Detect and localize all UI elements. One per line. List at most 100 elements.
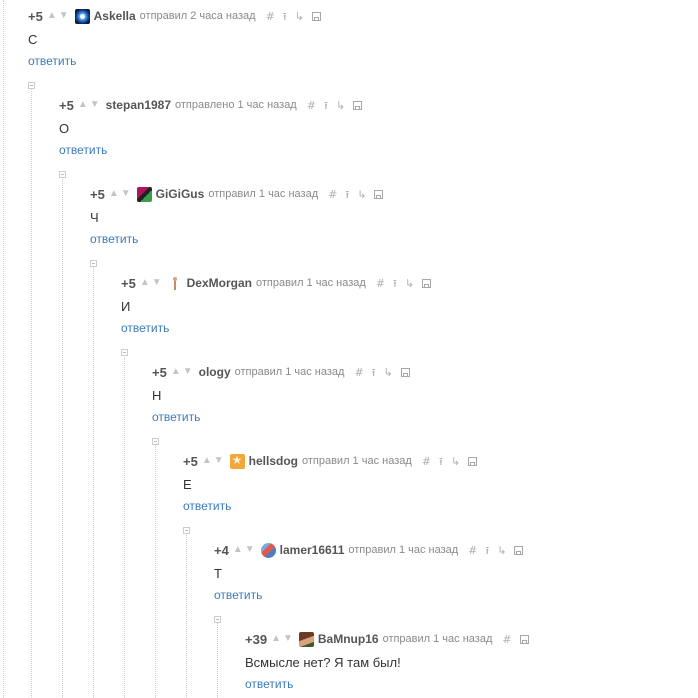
reply-link[interactable]: ответить [183,499,231,513]
comment-timestamp[interactable]: отправил 1 час назад [208,188,318,200]
reply-link[interactable]: ответить [214,588,262,602]
save-icon[interactable] [374,189,384,199]
comment-header: +5 ▲ ▼ Askella отправил 2 часа назад # ⭱… [28,7,327,25]
thread-line [186,533,187,698]
comment-timestamp[interactable]: отправил 1 час назад [348,544,458,556]
comment-tools: # ⭱ ↳ [376,278,437,289]
comment-timestamp[interactable]: отправил 2 часа назад [140,10,256,22]
comment-username[interactable]: lamer16611 [280,543,345,557]
thread-icon[interactable]: ↳ [357,189,366,200]
thread-icon[interactable]: ↳ [405,278,414,289]
comment-timestamp[interactable]: отправил 1 час назад [256,277,366,289]
link-icon[interactable]: # [422,456,431,467]
comment-header: +5 ▲ ▼ GiGiGus отправил 1 час назад # ⭱ … [90,185,389,203]
comment-username[interactable]: ology [199,365,231,379]
avatar[interactable] [74,8,90,24]
thread-line [62,177,63,698]
vote-down-icon[interactable]: ▼ [152,278,162,288]
comment-text: И [121,299,131,314]
comment-username[interactable]: DexMorgan [187,276,252,290]
link-icon[interactable]: # [502,634,511,645]
comment: +5 ▲ ▼ Askella отправил 2 часа назад # ⭱… [28,7,327,70]
vote-up-icon[interactable]: ▲ [171,367,181,377]
vote-up-icon[interactable]: ▲ [78,100,88,110]
comment-username[interactable]: stepan1987 [106,98,171,112]
collapse-toggle[interactable] [121,349,128,356]
avatar[interactable] [298,631,314,647]
comment-timestamp[interactable]: отправил 1 час назад [235,366,345,378]
collapse-toggle[interactable] [152,438,159,445]
vote-up-icon[interactable]: ▲ [271,634,281,644]
comment-text: О [59,121,70,136]
parent-arrow-icon[interactable]: ⭱ [485,545,489,556]
link-icon[interactable]: # [266,11,275,22]
vote-up-icon[interactable]: ▲ [109,189,119,199]
reply-link[interactable]: ответить [152,410,200,424]
collapse-toggle[interactable] [90,260,97,267]
parent-arrow-icon[interactable]: ⭱ [439,456,443,467]
parent-arrow-icon[interactable]: ⭱ [283,11,287,22]
avatar[interactable] [229,453,245,469]
collapse-toggle[interactable] [59,171,66,178]
vote-down-icon[interactable]: ▼ [283,634,293,644]
save-icon[interactable] [353,100,363,110]
thread-icon[interactable]: ↳ [336,100,345,111]
comment-username[interactable]: GiGiGus [156,187,205,201]
parent-arrow-icon[interactable]: ⭱ [324,100,328,111]
vote-up-icon[interactable]: ▲ [47,11,57,21]
thread-line [155,444,156,698]
reply-link[interactable]: ответить [245,677,293,691]
parent-arrow-icon[interactable]: ⭱ [393,278,397,289]
comment-timestamp[interactable]: отправил 1 час назад [383,633,493,645]
vote-down-icon[interactable]: ▼ [245,545,255,555]
reply-link[interactable]: ответить [28,54,76,68]
comment-text: Всмысле нет? Я там был! [245,655,401,670]
vote-down-icon[interactable]: ▼ [183,367,193,377]
comment-rating: +39 [245,631,268,647]
comment-text: Е [183,477,192,492]
save-icon[interactable] [400,367,410,377]
save-icon[interactable] [519,634,529,644]
vote-up-icon[interactable]: ▲ [233,545,243,555]
link-icon[interactable]: # [307,100,316,111]
reply-link[interactable]: ответить [121,321,169,335]
vote-down-icon[interactable]: ▼ [59,11,69,21]
link-icon[interactable]: # [354,367,363,378]
vote-down-icon[interactable]: ▼ [90,100,100,110]
avatar[interactable] [136,186,152,202]
collapse-toggle[interactable] [183,527,190,534]
vote-down-icon[interactable]: ▼ [121,189,131,199]
comment-username[interactable]: BaMnup16 [318,632,379,646]
comment: +5 ▲ ▼ GiGiGus отправил 1 час назад # ⭱ … [90,185,389,248]
save-icon[interactable] [514,545,524,555]
avatar[interactable] [168,276,183,291]
comment-username[interactable]: hellsdog [249,454,298,468]
save-icon[interactable] [468,456,478,466]
link-icon[interactable]: # [328,189,337,200]
save-icon[interactable] [422,278,432,288]
reply-link[interactable]: ответить [59,143,107,157]
thread-icon[interactable]: ↳ [497,545,506,556]
reply-link[interactable]: ответить [90,232,138,246]
vote-up-icon[interactable]: ▲ [140,278,150,288]
link-icon[interactable]: # [376,278,385,289]
vote-down-icon[interactable]: ▼ [214,456,224,466]
comment-header: +5 ▲ ▼ DexMorgan отправил 1 час назад # … [121,274,437,292]
comment-timestamp[interactable]: отправил 1 час назад [302,455,412,467]
avatar[interactable] [260,542,276,558]
comment-tools: # [502,634,534,645]
parent-arrow-icon[interactable]: ⭱ [372,367,376,378]
thread-icon[interactable]: ↳ [384,367,393,378]
thread-icon[interactable]: ↳ [451,456,460,467]
thread-icon[interactable]: ↳ [295,11,304,22]
comment-rating: +5 [121,275,136,291]
vote-up-icon[interactable]: ▲ [202,456,212,466]
link-icon[interactable]: # [468,545,477,556]
save-icon[interactable] [311,11,321,21]
collapse-toggle[interactable] [28,82,35,89]
collapse-toggle[interactable] [214,616,221,623]
comment-username[interactable]: Askella [94,9,136,23]
comment-timestamp[interactable]: отправлено 1 час назад [175,99,297,111]
parent-arrow-icon[interactable]: ⭱ [345,189,349,200]
comment: +5 ▲ ▼ stepan1987 отправлено 1 час назад… [59,96,368,159]
